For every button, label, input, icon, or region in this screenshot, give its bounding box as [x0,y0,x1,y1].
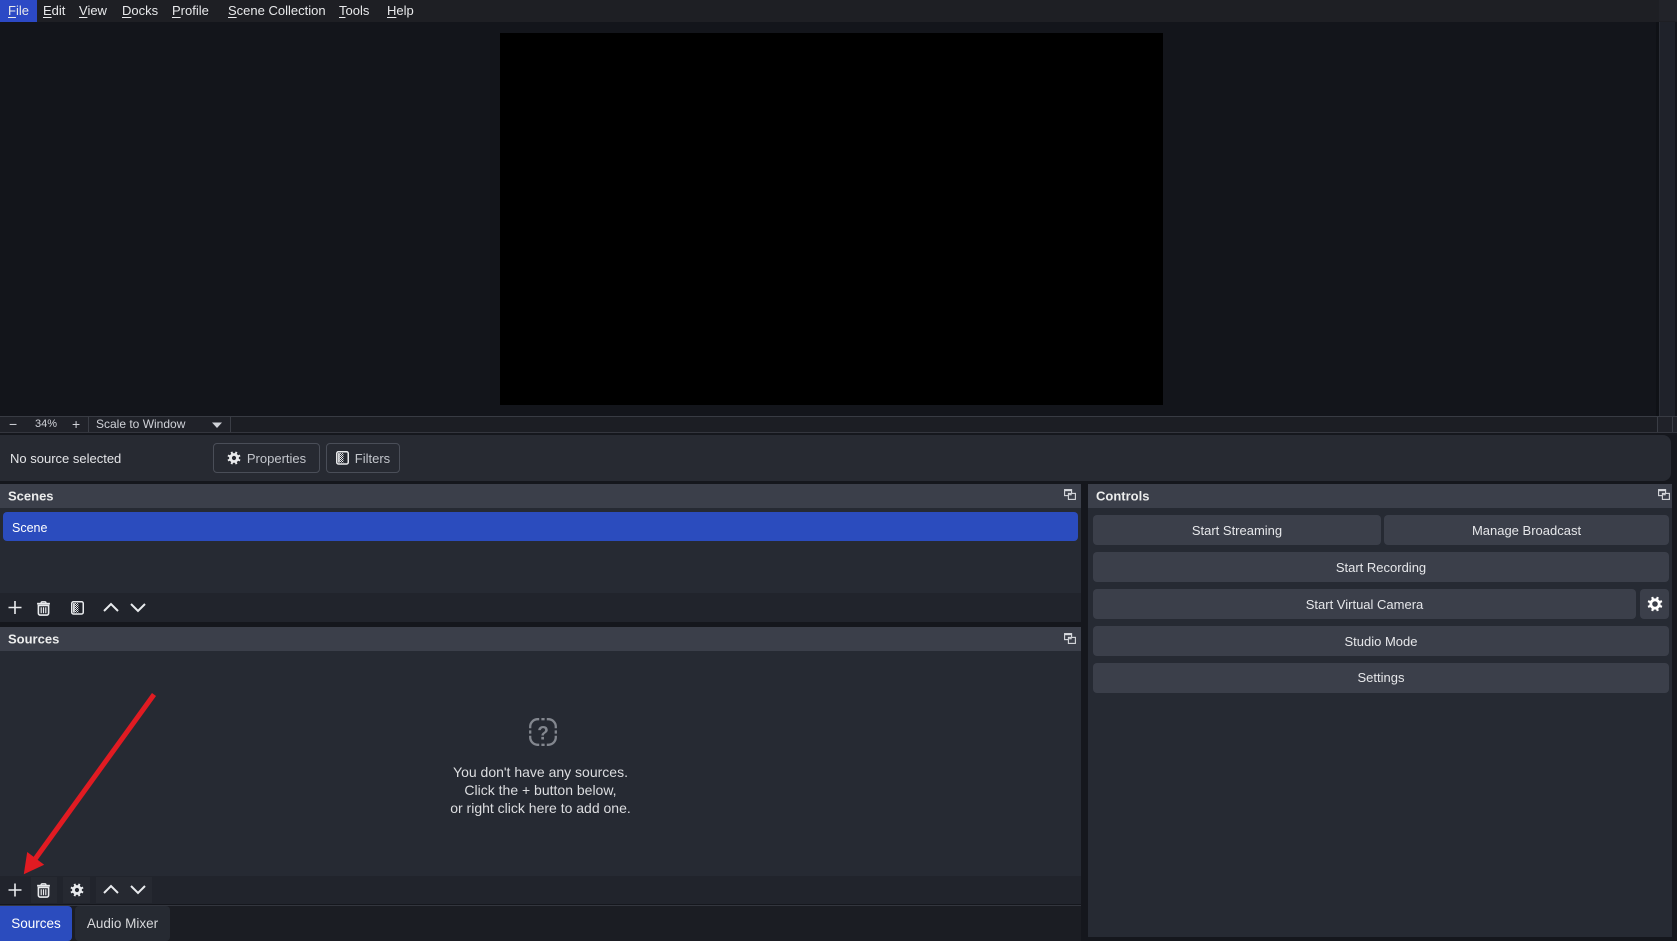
svg-text:?: ? [537,723,549,744]
